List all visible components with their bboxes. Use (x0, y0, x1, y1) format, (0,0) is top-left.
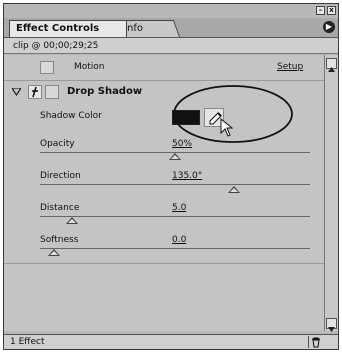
scroll-down-button[interactable] (326, 318, 337, 332)
direction-label: Direction (40, 171, 81, 181)
disclosure-triangle-icon[interactable] (12, 88, 21, 96)
tab-effect-controls-label: Effect Controls (16, 23, 100, 34)
opacity-row: Opacity 50% (4, 133, 324, 163)
softness-value[interactable]: 0.0 (172, 235, 186, 245)
direction-slider-track[interactable] (40, 184, 310, 185)
tab-bar: Effect Controls Info ▶ (4, 18, 338, 38)
panel-menu-arrow-icon[interactable]: ▶ (323, 21, 335, 33)
minimize-button[interactable]: – (316, 6, 325, 15)
shadow-color-label: Shadow Color (40, 111, 102, 121)
tab-effect-controls[interactable]: Effect Controls (9, 20, 127, 37)
drop-shadow-header: Drop Shadow (4, 81, 324, 103)
softness-row: Softness 0.0 (4, 229, 324, 259)
arrow-up-icon (328, 67, 335, 72)
opacity-value[interactable]: 50% (172, 139, 192, 149)
distance-label: Distance (40, 203, 80, 213)
motion-enable-checkbox[interactable] (40, 61, 54, 74)
direction-value[interactable]: 135.0° (172, 171, 202, 181)
opacity-label: Opacity (40, 139, 75, 149)
arrow-down-icon (328, 327, 335, 332)
direction-slider-thumb[interactable] (228, 186, 241, 193)
softness-slider-thumb[interactable] (47, 249, 60, 256)
clip-timecode: clip @ 00;00;29;25 (13, 41, 99, 51)
shadow-color-row: Shadow Color (4, 105, 324, 137)
effect-controls-panel: – x Effect Controls Info ▶ clip @ 00;00;… (3, 3, 339, 350)
effect-keyframe-box[interactable] (45, 85, 59, 99)
shadow-color-swatch[interactable] (172, 110, 200, 125)
vertical-scrollbar[interactable] (324, 55, 338, 332)
scroll-up-button[interactable] (326, 58, 337, 72)
softness-slider-track[interactable] (40, 248, 310, 249)
trash-icon[interactable] (308, 336, 322, 348)
clip-info-row: clip @ 00;00;29;25 (4, 38, 338, 54)
effect-name: Drop Shadow (67, 86, 143, 97)
fx-toggle-icon[interactable] (28, 85, 42, 99)
distance-row: Distance 5.0 (4, 197, 324, 227)
effects-list: Motion Setup Drop Shadow Shadow Color Op… (4, 55, 324, 331)
motion-label: Motion (74, 62, 105, 72)
title-strip: – x (4, 4, 338, 18)
opacity-slider-thumb[interactable] (169, 153, 181, 160)
status-bar: 1 Effect (4, 334, 338, 349)
setup-link[interactable]: Setup (277, 62, 303, 72)
distance-slider-track[interactable] (40, 216, 310, 217)
distance-slider-thumb[interactable] (66, 217, 79, 224)
effect-count: 1 Effect (10, 337, 45, 347)
motion-row: Motion Setup (4, 55, 324, 79)
direction-row: Direction 135.0° (4, 165, 324, 195)
close-button[interactable]: x (327, 6, 336, 15)
softness-label: Softness (40, 235, 79, 245)
divider (4, 263, 324, 264)
distance-value[interactable]: 5.0 (172, 203, 186, 213)
